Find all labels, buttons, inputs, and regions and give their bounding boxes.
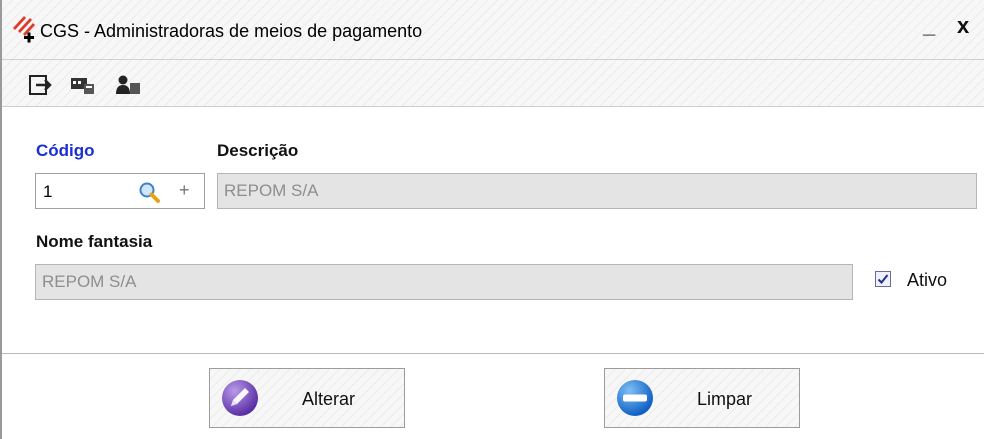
descricao-label: Descrição [217,141,299,160]
limpar-button[interactable]: Limpar [604,368,800,428]
codigo-field[interactable]: 1 + [35,173,205,209]
title-bar: CGS - Administradoras de meios de pagame… [2,0,984,60]
add-icon[interactable]: + [179,180,190,201]
close-button[interactable]: x [957,14,969,38]
minimize-button[interactable]: _ [923,14,935,38]
window-title: CGS - Administradoras de meios de pagame… [40,21,423,41]
codigo-value[interactable]: 1 [43,182,52,202]
search-icon[interactable] [138,181,160,203]
window: CGS - Administradoras de meios de pagame… [0,0,984,439]
ativo-label: Ativo [907,270,948,290]
toolbar [2,60,984,107]
limpar-label: Limpar [697,389,753,409]
alterar-button[interactable]: Alterar [209,368,405,428]
card-icon[interactable] [70,74,96,96]
nome-fantasia-label: Nome fantasia [36,232,153,251]
minus-circle-icon [617,380,653,416]
nome-fantasia-field[interactable]: REPOM S/A [35,264,853,300]
exit-icon[interactable] [28,74,54,96]
ativo-checkbox[interactable] [875,271,891,287]
descricao-field[interactable]: REPOM S/A [217,173,977,209]
checkmark-icon [877,274,889,284]
edit-icon [222,380,258,416]
alterar-label: Alterar [302,389,356,409]
users-icon[interactable] [115,74,141,96]
button-bar: Alterar Limpar [2,354,984,439]
app-logo-icon [13,16,35,43]
form-area: Código Descrição 1 + REPOM S/A Nome fant… [2,107,984,354]
codigo-label: Código [36,141,95,160]
